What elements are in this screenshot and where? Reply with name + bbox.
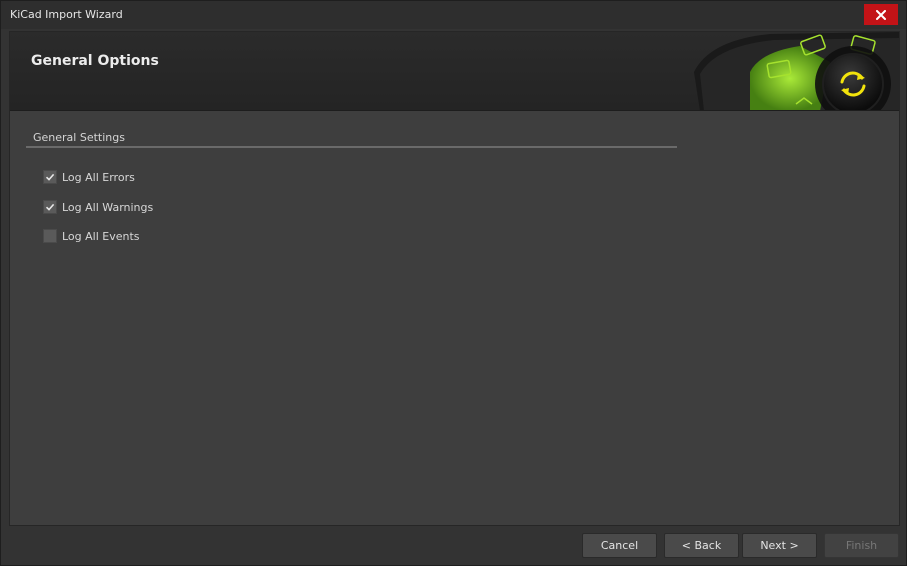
close-button[interactable]: [864, 4, 898, 25]
log-all-warnings-option[interactable]: Log All Warnings: [43, 199, 153, 215]
wizard-window: KiCad Import Wizard General Options Gene…: [0, 0, 907, 566]
wizard-banner-graphic: [694, 32, 899, 110]
cancel-button[interactable]: Cancel: [582, 533, 657, 558]
close-icon: [876, 9, 886, 20]
finish-button: Finish: [824, 533, 899, 558]
wizard-content: General Options General Settings Log All…: [9, 31, 900, 526]
page-title: General Options: [31, 53, 159, 69]
log-all-events-label[interactable]: Log All Events: [62, 230, 140, 243]
log-all-errors-checkbox[interactable]: [43, 170, 57, 184]
log-all-warnings-checkbox[interactable]: [43, 200, 57, 214]
group-divider: [26, 146, 677, 148]
title-bar[interactable]: KiCad Import Wizard: [1, 1, 906, 29]
header-banner: General Options: [10, 32, 899, 111]
log-all-events-checkbox[interactable]: [43, 229, 57, 243]
back-button[interactable]: < Back: [664, 533, 739, 558]
checkmark-icon: [45, 203, 55, 211]
general-settings-title: General Settings: [33, 131, 125, 144]
window-title: KiCad Import Wizard: [10, 8, 123, 21]
log-all-errors-label[interactable]: Log All Errors: [62, 171, 135, 184]
log-all-warnings-label[interactable]: Log All Warnings: [62, 201, 153, 214]
checkmark-icon: [45, 173, 55, 181]
log-all-errors-option[interactable]: Log All Errors: [43, 169, 135, 185]
log-all-events-option[interactable]: Log All Events: [43, 228, 140, 244]
next-button[interactable]: Next >: [742, 533, 817, 558]
